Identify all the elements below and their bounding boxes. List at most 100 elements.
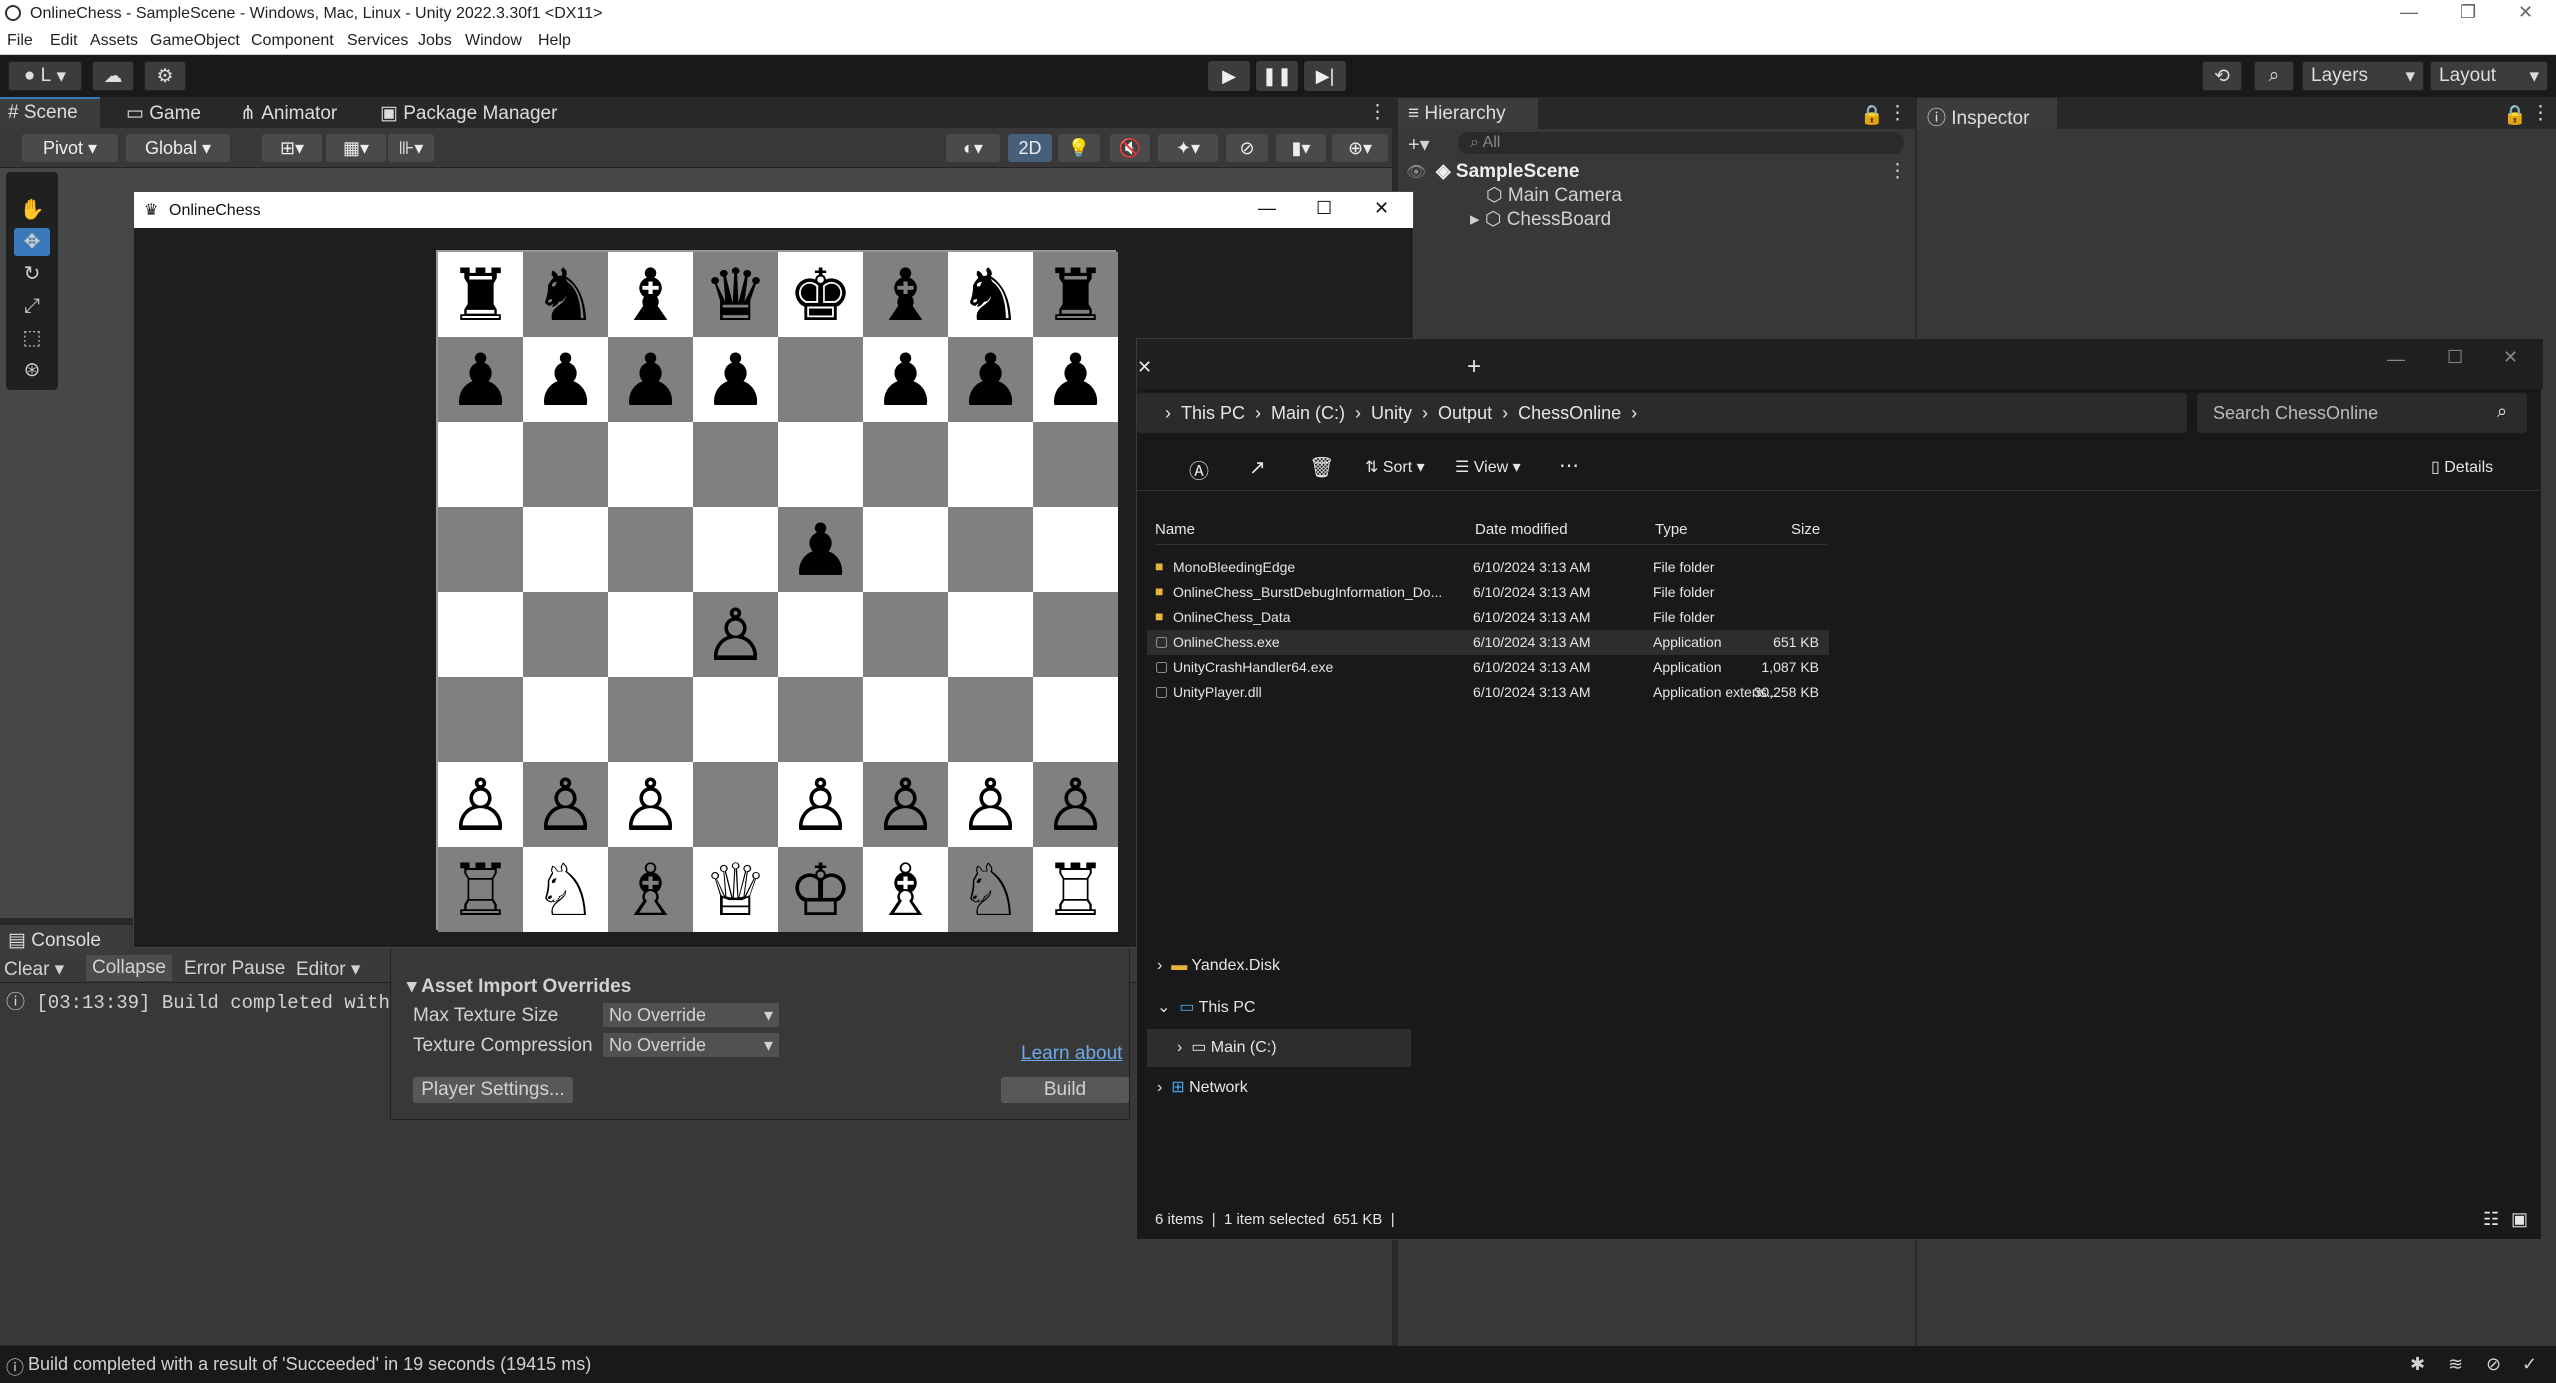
chess-maximize-icon[interactable]: ☐ [1316, 198, 1332, 219]
draw-mode-icon[interactable]: ◐▾ [946, 134, 1000, 162]
global-dropdown[interactable]: Global ▾ [126, 134, 230, 162]
scale-tool-icon[interactable]: ⤢ [14, 292, 50, 320]
chess-square[interactable] [863, 677, 948, 762]
black-bishop-piece[interactable]: ♝ [873, 259, 938, 331]
nav-this-pc[interactable]: ⌄ ▭ This PC [1157, 997, 1255, 1017]
chess-square[interactable]: ♞ [948, 252, 1033, 337]
close-icon[interactable]: ✕ [2518, 2, 2533, 23]
chess-square[interactable] [948, 592, 1033, 677]
chess-square[interactable]: ♙ [863, 762, 948, 847]
hand-tool-icon[interactable]: ✋ [14, 196, 50, 224]
max-texture-dropdown[interactable]: No Override ▾ [603, 1003, 779, 1027]
menu-gameobject[interactable]: GameObject [150, 32, 240, 50]
chess-square[interactable] [523, 592, 608, 677]
chess-square[interactable]: ♟ [778, 507, 863, 592]
grid-snap-icon[interactable]: ⊞▾ [262, 134, 322, 162]
build-button[interactable]: Build [1001, 1077, 1129, 1103]
camera-icon[interactable]: ▮▾ [1276, 134, 1326, 162]
tab-game[interactable]: ▭ Game [126, 102, 201, 125]
white-pawn-piece[interactable]: ♙ [788, 769, 853, 841]
hierarchy-menu-icon[interactable]: ⋮ [1888, 102, 1907, 125]
chess-square[interactable]: ♚ [778, 252, 863, 337]
black-knight-piece[interactable]: ♞ [958, 259, 1023, 331]
chess-square[interactable] [438, 422, 523, 507]
chess-square[interactable]: ♖ [1033, 847, 1118, 932]
delete-icon[interactable]: 🗑 [1309, 455, 1334, 480]
crumb-output[interactable]: Output [1438, 403, 1492, 423]
check-icon[interactable]: ✓ [2522, 1354, 2537, 1375]
address-bar[interactable]: › This PC › Main (C:) › Unity › Output ›… [1137, 393, 2187, 433]
new-tab-icon[interactable]: + [1467, 353, 1481, 381]
crumb-chessonline[interactable]: ChessOnline [1518, 403, 1621, 423]
tab-package-manager[interactable]: ▣ Package Manager [380, 102, 557, 125]
pivot-dropdown[interactable]: Pivot ▾ [22, 134, 118, 162]
col-type[interactable]: Type [1655, 521, 1688, 538]
crumb-unity[interactable]: Unity [1371, 403, 1412, 423]
white-pawn-piece[interactable]: ♙ [448, 769, 513, 841]
file-row[interactable]: ■ OnlineChess_Data 6/10/2024 3:13 AM File f… [1147, 605, 1829, 630]
play-button[interactable]: ▶ [1208, 61, 1250, 91]
asset-import-overrides-header[interactable]: ▾ Asset Import Overrides [407, 975, 631, 998]
step-button[interactable]: ▶| [1304, 61, 1346, 91]
collab-icon[interactable]: ⚙ [144, 61, 186, 91]
file-row[interactable]: ■ MonoBleedingEdge 6/10/2024 3:13 AM File f… [1147, 555, 1829, 580]
chess-minimize-icon[interactable]: — [1258, 198, 1276, 219]
chess-square[interactable] [948, 422, 1033, 507]
chess-square[interactable]: ♙ [608, 762, 693, 847]
white-pawn-piece[interactable]: ♙ [1043, 769, 1108, 841]
cache-icon[interactable]: ⊘ [2486, 1354, 2501, 1375]
menu-window[interactable]: Window [465, 32, 522, 50]
menu-file[interactable]: File [7, 32, 33, 50]
white-rook-piece[interactable]: ♖ [1043, 854, 1108, 926]
account-dropdown[interactable]: ● L ▾ [8, 61, 82, 91]
lock-icon[interactable]: 🔒 [1860, 103, 1884, 127]
explorer-maximize-icon[interactable]: ☐ [2447, 347, 2463, 368]
minimize-icon[interactable]: — [2400, 2, 2418, 23]
black-king-piece[interactable]: ♚ [788, 259, 853, 331]
chess-square[interactable] [523, 507, 608, 592]
black-pawn-piece[interactable]: ♟ [788, 514, 853, 586]
black-pawn-piece[interactable]: ♟ [958, 344, 1023, 416]
file-row[interactable]: ▢ OnlineChess.exe 6/10/2024 3:13 AM Applica… [1147, 630, 1829, 655]
chess-square[interactable] [438, 507, 523, 592]
inspector-lock-icon[interactable]: 🔒 [2503, 103, 2527, 127]
file-row[interactable]: ▢ UnityCrashHandler64.exe 6/10/2024 3:13 A… [1147, 655, 1829, 680]
chess-square[interactable] [948, 507, 1033, 592]
chess-square[interactable] [523, 677, 608, 762]
chess-square[interactable]: ♙ [523, 762, 608, 847]
chess-square[interactable] [438, 677, 523, 762]
console-log-entry[interactable]: ⓘ [03:13:39] Build completed with a [6, 987, 413, 1014]
white-rook-piece[interactable]: ♖ [448, 854, 513, 926]
share-icon[interactable]: ↗ [1249, 455, 1266, 480]
layout-dropdown[interactable]: Layout ▾ [2430, 61, 2548, 91]
chess-square[interactable] [863, 592, 948, 677]
chess-square[interactable] [863, 507, 948, 592]
texture-compression-dropdown[interactable]: No Override ▾ [603, 1033, 779, 1057]
details-view-icon[interactable]: ☷ [2483, 1209, 2499, 1230]
chess-square[interactable] [778, 337, 863, 422]
hierarchy-item-chessboard[interactable]: ▸ ⬡ ChessBoard [1470, 208, 1611, 231]
chess-square[interactable]: ♟ [948, 337, 1033, 422]
restore-icon[interactable]: ❐ [2460, 2, 2476, 23]
chess-square[interactable] [693, 762, 778, 847]
chess-square[interactable]: ♝ [863, 252, 948, 337]
chess-square[interactable]: ♞ [523, 252, 608, 337]
chess-square[interactable]: ♟ [523, 337, 608, 422]
inspector-menu-icon[interactable]: ⋮ [2531, 102, 2550, 125]
chess-square[interactable] [1033, 592, 1118, 677]
scene-menu-icon[interactable]: ⋮ [1888, 160, 1907, 183]
white-pawn-piece[interactable]: ♙ [533, 769, 598, 841]
hierarchy-item-main-camera[interactable]: ⬡ Main Camera [1486, 184, 1622, 207]
tab-console[interactable]: ▤ Console [0, 925, 130, 953]
chess-square[interactable] [608, 592, 693, 677]
chess-square[interactable]: ♘ [523, 847, 608, 932]
chess-square[interactable] [608, 422, 693, 507]
white-pawn-piece[interactable]: ♙ [618, 769, 683, 841]
white-bishop-piece[interactable]: ♗ [618, 854, 683, 926]
explorer-minimize-icon[interactable]: — [2387, 349, 2405, 370]
view-button[interactable]: ☰ View ▾ [1455, 457, 1521, 477]
more-options-icon[interactable]: ⋮ [1368, 101, 1387, 124]
black-queen-piece[interactable]: ♛ [703, 259, 768, 331]
col-date[interactable]: Date modified [1475, 521, 1568, 538]
scene-item[interactable]: ◈ SampleScene [1436, 160, 1579, 183]
